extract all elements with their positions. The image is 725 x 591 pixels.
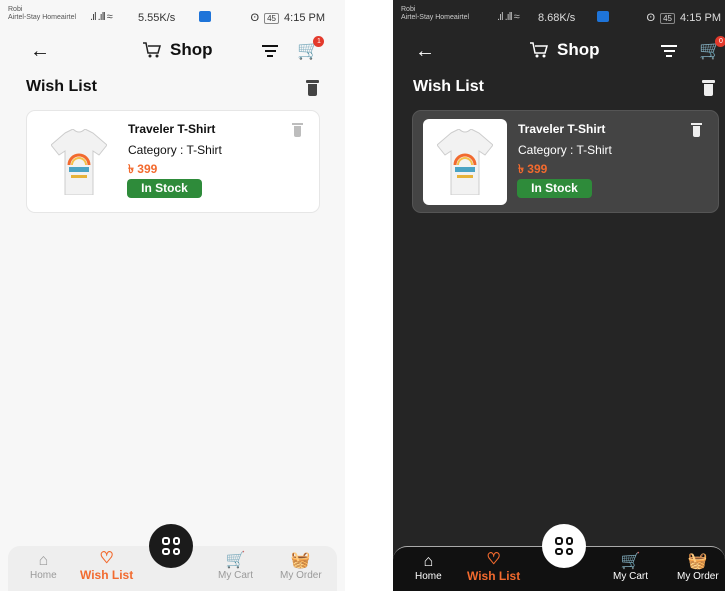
basket-icon: 🧺 xyxy=(290,552,311,569)
eye-icon: ʘ xyxy=(250,12,259,24)
wishlist-title: Wish List xyxy=(26,78,97,95)
shop-title: Shop xyxy=(142,40,213,60)
status-bar: Robi Airtel-Stay Homeairtel .ıl .ıll ≈ 8… xyxy=(393,0,725,34)
light-phone-screen: Robi Airtel-Stay Homeairtel .ıl .ıll ≈ 5… xyxy=(0,0,345,591)
nav-cart[interactable]: 🛒 My Cart xyxy=(613,553,648,582)
product-name: Traveler T-Shirt xyxy=(518,122,606,136)
clear-wishlist-trash-icon[interactable] xyxy=(702,80,715,96)
grid-menu-icon xyxy=(555,537,573,555)
nav-wishlist-label: Wish List xyxy=(467,569,521,583)
nav-order[interactable]: 🧺 My Order xyxy=(280,552,322,581)
nav-order-label: My Order xyxy=(280,570,322,581)
app-bar: ← Shop 🛒 0 xyxy=(393,36,725,68)
dark-phone-screen: Robi Airtel-Stay Homeairtel .ıl .ıll ≈ 8… xyxy=(393,0,725,591)
product-thumbnail xyxy=(423,119,507,205)
wishlist-item-card[interactable]: Traveler T-Shirt Category : T-Shirt ৳ 39… xyxy=(26,110,320,213)
nav-wishlist[interactable]: ♡ Wish List xyxy=(80,550,133,582)
shop-title: Shop xyxy=(529,40,600,60)
wishlist-title: Wish List xyxy=(413,78,484,95)
carrier-name-2: Airtel-Stay Homeairtel xyxy=(401,14,470,21)
product-name: Traveler T-Shirt xyxy=(128,122,216,136)
wishlist-header: Wish List xyxy=(26,78,319,102)
right-status: ʘ 45 4:15 PM xyxy=(646,12,721,24)
signal-icon: .ıl .ıll ≈ xyxy=(90,11,113,23)
battery-level: 45 xyxy=(264,13,279,24)
heart-icon: ♡ xyxy=(99,550,114,567)
product-thumbnail xyxy=(37,119,121,205)
remove-item-trash-icon[interactable] xyxy=(691,123,702,137)
cart-count-badge: 1 xyxy=(313,36,325,47)
shop-cart-icon xyxy=(530,42,548,58)
nav-order[interactable]: 🧺 My Order xyxy=(677,553,719,582)
clear-wishlist-trash-icon[interactable] xyxy=(306,80,319,96)
home-icon: ⌂ xyxy=(423,553,434,570)
cart-nav-icon: 🛒 xyxy=(620,553,641,570)
wishlist-item-card[interactable]: Traveler T-Shirt Category : T-Shirt ৳ 39… xyxy=(412,110,719,213)
clock: 4:15 PM xyxy=(284,12,325,24)
signal-icon: .ıl .ıll ≈ xyxy=(497,11,520,23)
product-price: ৳ 399 xyxy=(518,162,548,176)
cart-count-badge: 0 xyxy=(715,36,725,47)
network-speed: 5.55K/s xyxy=(138,12,176,24)
nav-home[interactable]: ⌂ Home xyxy=(30,552,57,581)
right-status: ʘ 45 4:15 PM xyxy=(250,12,325,24)
product-price: ৳ 399 xyxy=(128,162,158,176)
filter-icon[interactable] xyxy=(262,42,278,60)
filter-icon[interactable] xyxy=(661,42,677,60)
grid-menu-button[interactable] xyxy=(542,524,586,568)
wishlist-header: Wish List xyxy=(413,78,715,102)
nav-home-label: Home xyxy=(30,570,57,581)
carrier-info: Robi Airtel-Stay Homeairtel xyxy=(8,6,76,22)
nav-order-label: My Order xyxy=(677,571,719,582)
back-arrow-icon[interactable]: ← xyxy=(415,40,435,63)
shop-label: Shop xyxy=(170,40,213,59)
product-category: Category : T-Shirt xyxy=(128,143,222,157)
app-notification-icon xyxy=(199,11,211,22)
grid-menu-icon xyxy=(162,537,180,555)
carrier-name: Robi xyxy=(401,6,416,13)
in-stock-badge: In Stock xyxy=(127,179,202,198)
home-icon: ⌂ xyxy=(38,552,49,569)
network-speed: 8.68K/s xyxy=(538,12,576,24)
carrier-name: Robi xyxy=(8,6,23,13)
shop-label: Shop xyxy=(557,40,600,59)
remove-item-trash-icon[interactable] xyxy=(292,123,303,137)
cart-nav-icon: 🛒 xyxy=(225,552,246,569)
battery-level: 45 xyxy=(660,13,675,24)
back-arrow-icon[interactable]: ← xyxy=(30,40,50,63)
heart-icon: ♡ xyxy=(486,551,501,568)
status-bar: Robi Airtel-Stay Homeairtel .ıl .ıll ≈ 5… xyxy=(0,0,345,34)
nav-wishlist-label: Wish List xyxy=(80,568,134,582)
nav-home[interactable]: ⌂ Home xyxy=(415,553,442,582)
cart-icon[interactable]: 🛒 1 xyxy=(297,36,325,61)
nav-wishlist[interactable]: ♡ Wish List xyxy=(467,551,520,583)
screenshot-comparison: Robi Airtel-Stay Homeairtel .ıl .ıll ≈ 5… xyxy=(0,0,725,591)
nav-cart[interactable]: 🛒 My Cart xyxy=(218,552,253,581)
clock: 4:15 PM xyxy=(680,12,721,24)
app-notification-icon xyxy=(597,11,609,22)
cart-icon[interactable]: 🛒 0 xyxy=(699,36,725,61)
carrier-info: Robi Airtel-Stay Homeairtel xyxy=(401,6,469,22)
shop-cart-icon xyxy=(143,42,161,58)
product-category: Category : T-Shirt xyxy=(518,143,612,157)
app-bar: ← Shop 🛒 1 xyxy=(0,36,345,68)
eye-icon: ʘ xyxy=(646,12,655,24)
carrier-name-2: Airtel-Stay Homeairtel xyxy=(8,14,77,21)
in-stock-badge: In Stock xyxy=(517,179,592,198)
basket-icon: 🧺 xyxy=(687,553,708,570)
tshirt-image xyxy=(437,129,493,195)
grid-menu-button[interactable] xyxy=(149,524,193,568)
nav-home-label: Home xyxy=(415,571,442,582)
nav-cart-label: My Cart xyxy=(613,571,648,582)
nav-cart-label: My Cart xyxy=(218,570,253,581)
tshirt-image xyxy=(51,129,107,195)
